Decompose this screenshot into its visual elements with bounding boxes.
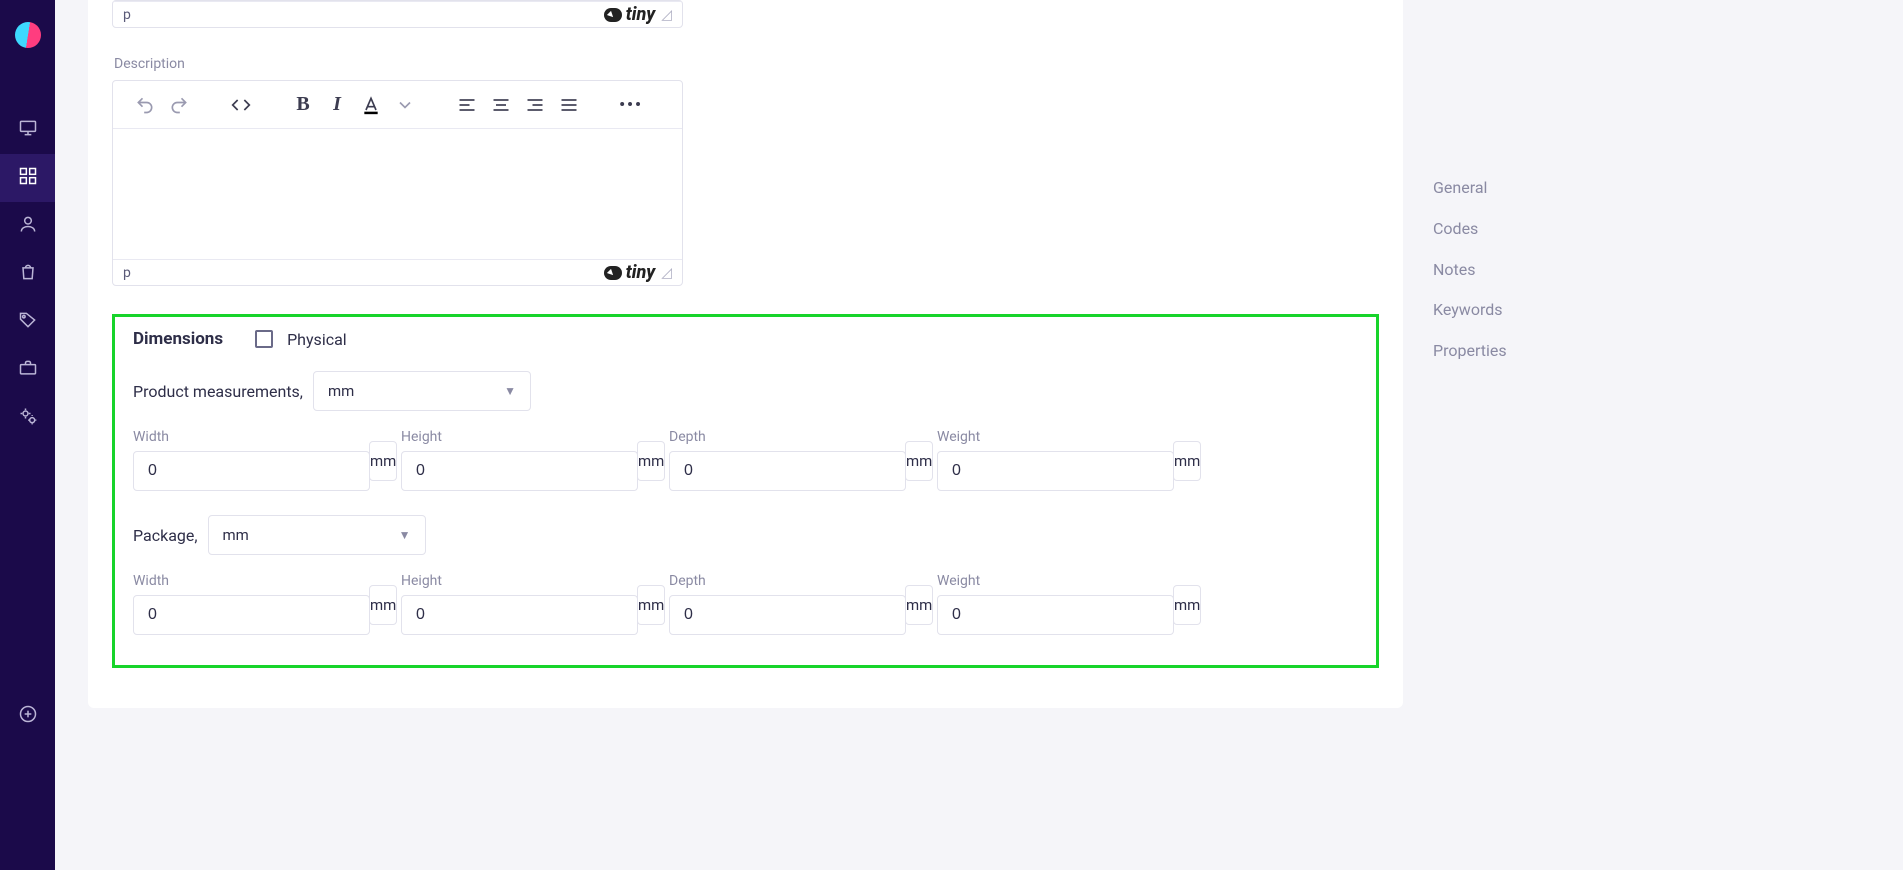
package-weight-input[interactable] bbox=[937, 595, 1174, 635]
content-card: p tiny ◿ Description bbox=[88, 0, 1403, 708]
chevron-down-icon: ▼ bbox=[399, 528, 411, 542]
redo-button[interactable] bbox=[165, 91, 193, 119]
anchor-general[interactable]: General bbox=[1433, 168, 1903, 209]
package-height-label: Height bbox=[401, 573, 627, 589]
resize-corner-icon[interactable]: ◿ bbox=[661, 7, 672, 23]
package-unit-value: mm bbox=[223, 526, 249, 544]
bag-icon bbox=[18, 262, 38, 286]
editor-description-box[interactable]: B I bbox=[112, 80, 683, 286]
resize-corner-icon[interactable]: ◿ bbox=[661, 265, 672, 281]
align-justify-button[interactable] bbox=[555, 91, 583, 119]
gears-icon bbox=[18, 406, 38, 430]
package-width-unit: mm bbox=[369, 585, 397, 625]
package-height-unit: mm bbox=[637, 585, 665, 625]
tiny-brand[interactable]: tiny bbox=[604, 4, 655, 25]
nav-orders[interactable] bbox=[0, 250, 55, 298]
cloud-icon bbox=[604, 266, 622, 280]
product-width-unit: mm bbox=[369, 441, 397, 481]
anchor-properties[interactable]: Properties bbox=[1433, 331, 1903, 372]
package-depth-unit: mm bbox=[905, 585, 933, 625]
nav-products[interactable] bbox=[0, 154, 55, 202]
align-right-button[interactable] bbox=[521, 91, 549, 119]
plus-circle-icon bbox=[18, 704, 38, 728]
nav-settings[interactable] bbox=[0, 394, 55, 442]
bold-button[interactable]: B bbox=[289, 91, 317, 119]
product-width-input[interactable] bbox=[133, 451, 370, 491]
package-width-input[interactable] bbox=[133, 595, 370, 635]
editor-shortdesc-footer: p tiny ◿ bbox=[113, 1, 682, 27]
nav-briefcase[interactable] bbox=[0, 346, 55, 394]
text-color-dropdown[interactable] bbox=[391, 91, 419, 119]
product-height-input[interactable] bbox=[401, 451, 638, 491]
product-unit-value: mm bbox=[328, 382, 354, 400]
product-unit-select[interactable]: mm ▼ bbox=[313, 371, 531, 411]
main-panel: p tiny ◿ Description bbox=[55, 0, 1403, 870]
product-weight-label: Weight bbox=[937, 429, 1163, 445]
briefcase-icon bbox=[18, 358, 38, 382]
package-width-label: Width bbox=[133, 573, 359, 589]
package-fields-row: Width mm Height mm Depth bbox=[133, 573, 1358, 635]
tiny-brand-text: tiny bbox=[626, 4, 655, 25]
product-depth-unit: mm bbox=[905, 441, 933, 481]
editor-path-tag: p bbox=[123, 7, 131, 23]
left-sidebar bbox=[0, 0, 55, 870]
package-weight-label: Weight bbox=[937, 573, 1163, 589]
grid-icon bbox=[18, 166, 38, 190]
product-weight-input[interactable] bbox=[937, 451, 1174, 491]
editor-description-wrap: Description bbox=[112, 56, 1379, 286]
description-label: Description bbox=[114, 56, 1379, 72]
cloud-icon bbox=[604, 8, 622, 22]
editor-path-tag: p bbox=[123, 265, 131, 281]
anchor-notes[interactable]: Notes bbox=[1433, 250, 1903, 291]
nav-display[interactable] bbox=[0, 106, 55, 154]
editor-shortdesc: p tiny ◿ bbox=[112, 0, 1379, 28]
physical-label: Physical bbox=[287, 330, 347, 349]
nav-add[interactable] bbox=[0, 692, 55, 740]
user-icon bbox=[18, 214, 38, 238]
editor-shortdesc-box[interactable]: p tiny ◿ bbox=[112, 0, 683, 28]
package-unit-select[interactable]: mm ▼ bbox=[208, 515, 426, 555]
editor-toolbar: B I bbox=[113, 81, 682, 129]
chevron-down-icon: ▼ bbox=[504, 384, 516, 398]
product-fields-row: Width mm Height mm Depth bbox=[133, 429, 1358, 491]
editor-description-footer: p tiny ◿ bbox=[113, 259, 682, 285]
package-label: Package, bbox=[133, 526, 198, 545]
editor-description-body[interactable] bbox=[113, 129, 682, 259]
dimensions-title: Dimensions bbox=[133, 329, 223, 349]
undo-button[interactable] bbox=[131, 91, 159, 119]
tiny-brand[interactable]: tiny bbox=[604, 262, 655, 283]
anchor-keywords[interactable]: Keywords bbox=[1433, 290, 1903, 331]
anchor-codes[interactable]: Codes bbox=[1433, 209, 1903, 250]
section-anchor-nav: General Codes Notes Keywords Properties bbox=[1403, 0, 1903, 870]
tag-icon bbox=[18, 310, 38, 334]
product-measurements-label: Product measurements, bbox=[133, 382, 303, 401]
package-depth-label: Depth bbox=[669, 573, 895, 589]
page-bottom-gap bbox=[85, 855, 1403, 870]
nav-customers[interactable] bbox=[0, 202, 55, 250]
product-width-label: Width bbox=[133, 429, 359, 445]
monitor-icon bbox=[18, 118, 38, 142]
package-height-input[interactable] bbox=[401, 595, 638, 635]
product-depth-label: Depth bbox=[669, 429, 895, 445]
product-height-unit: mm bbox=[637, 441, 665, 481]
product-weight-unit: mm bbox=[1173, 441, 1201, 481]
text-color-button[interactable] bbox=[357, 91, 385, 119]
dimensions-section: Dimensions Physical Product measurements… bbox=[112, 314, 1379, 668]
more-button[interactable]: ••• bbox=[617, 91, 645, 119]
product-depth-input[interactable] bbox=[669, 451, 906, 491]
product-height-label: Height bbox=[401, 429, 627, 445]
align-center-button[interactable] bbox=[487, 91, 515, 119]
package-weight-unit: mm bbox=[1173, 585, 1201, 625]
app-logo bbox=[15, 22, 41, 48]
nav-tags[interactable] bbox=[0, 298, 55, 346]
italic-button[interactable]: I bbox=[323, 91, 351, 119]
code-button[interactable] bbox=[227, 91, 255, 119]
physical-checkbox[interactable] bbox=[255, 330, 273, 348]
package-depth-input[interactable] bbox=[669, 595, 906, 635]
tiny-brand-text: tiny bbox=[626, 262, 655, 283]
align-left-button[interactable] bbox=[453, 91, 481, 119]
